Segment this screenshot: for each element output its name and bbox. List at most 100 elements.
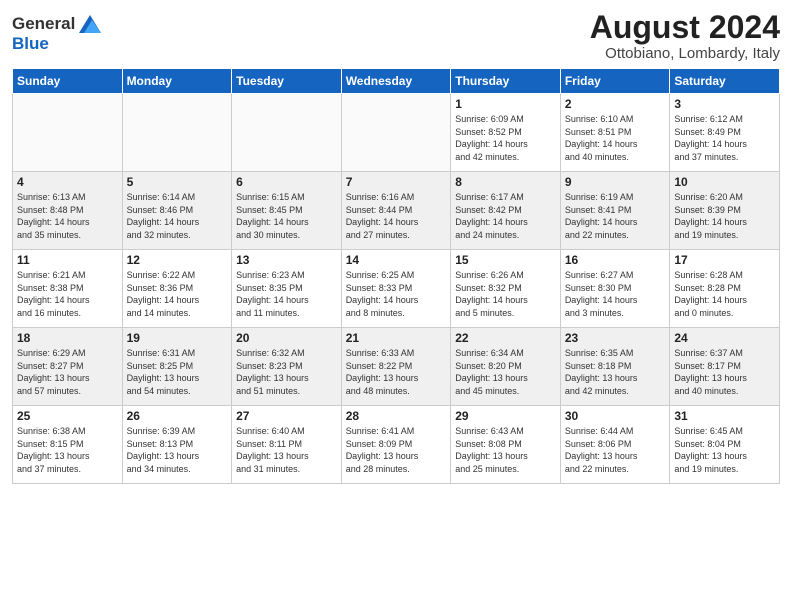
calendar-cell: 27 Sunrise: 6:40 AM Sunset: 8:11 PM Dayli… bbox=[232, 406, 342, 484]
calendar-cell: 9Sunrise: 6:19 AM Sunset: 8:41 PM Daylig… bbox=[560, 172, 670, 250]
calendar-cell: 30 Sunrise: 6:44 AM Sunset: 8:06 PM Dayli… bbox=[560, 406, 670, 484]
calendar-cell: 10Sunrise: 6:20 AM Sunset: 8:39 PM Dayli… bbox=[670, 172, 780, 250]
calendar-cell: 5 Sunrise: 6:14 AM Sunset: 8:46 PM Daylig… bbox=[122, 172, 232, 250]
day-info: Sunrise: 6:20 AM Sunset: 8:39 PM Dayligh… bbox=[674, 191, 775, 241]
day-info: Sunrise: 6:33 AM Sunset: 8:22 PM Dayligh… bbox=[346, 347, 447, 397]
day-info: Sunrise: 6:28 AM Sunset: 8:28 PM Dayligh… bbox=[674, 269, 775, 319]
day-info: Sunrise: 6:44 AM Sunset: 8:06 PM Dayligh… bbox=[565, 425, 666, 475]
day-number: 1 bbox=[455, 97, 556, 111]
day-info: Sunrise: 6:41 AM Sunset: 8:09 PM Dayligh… bbox=[346, 425, 447, 475]
calendar-cell: 26 Sunrise: 6:39 AM Sunset: 8:13 PM Dayli… bbox=[122, 406, 232, 484]
calendar-cell: 19Sunrise: 6:31 AM Sunset: 8:25 PM Dayli… bbox=[122, 328, 232, 406]
day-number: 15 bbox=[455, 253, 556, 267]
day-info: Sunrise: 6:21 AM Sunset: 8:38 PM Dayligh… bbox=[17, 269, 118, 319]
day-info: Sunrise: 6:25 AM Sunset: 8:33 PM Dayligh… bbox=[346, 269, 447, 319]
day-number: 23 bbox=[565, 331, 666, 345]
title-area: August 2024 Ottobiano, Lombardy, Italy bbox=[590, 10, 780, 62]
day-number: 18 bbox=[17, 331, 118, 345]
week-row-2: 4 Sunrise: 6:13 AM Sunset: 8:48 PM Daylig… bbox=[13, 172, 780, 250]
day-info: Sunrise: 6:14 AM Sunset: 8:46 PM Dayligh… bbox=[127, 191, 228, 241]
day-info: Sunrise: 6:13 AM Sunset: 8:48 PM Dayligh… bbox=[17, 191, 118, 241]
calendar-cell: 20Sunrise: 6:32 AM Sunset: 8:23 PM Dayli… bbox=[232, 328, 342, 406]
day-number: 2 bbox=[565, 97, 666, 111]
logo-icon bbox=[79, 15, 101, 33]
calendar-cell: 6 Sunrise: 6:15 AM Sunset: 8:45 PM Daylig… bbox=[232, 172, 342, 250]
location-title: Ottobiano, Lombardy, Italy bbox=[590, 45, 780, 62]
month-title: August 2024 bbox=[590, 10, 780, 45]
logo-general-text: General bbox=[12, 14, 75, 34]
calendar-cell: 12 Sunrise: 6:22 AM Sunset: 8:36 PM Dayli… bbox=[122, 250, 232, 328]
day-info: Sunrise: 6:43 AM Sunset: 8:08 PM Dayligh… bbox=[455, 425, 556, 475]
day-number: 7 bbox=[346, 175, 447, 189]
day-number: 11 bbox=[17, 253, 118, 267]
day-info: Sunrise: 6:16 AM Sunset: 8:44 PM Dayligh… bbox=[346, 191, 447, 241]
day-info: Sunrise: 6:34 AM Sunset: 8:20 PM Dayligh… bbox=[455, 347, 556, 397]
calendar-cell bbox=[232, 94, 342, 172]
day-number: 25 bbox=[17, 409, 118, 423]
calendar-cell: 23 Sunrise: 6:35 AM Sunset: 8:18 PM Dayli… bbox=[560, 328, 670, 406]
week-row-5: 25 Sunrise: 6:38 AM Sunset: 8:15 PM Dayli… bbox=[13, 406, 780, 484]
day-number: 17 bbox=[674, 253, 775, 267]
header: General Blue August 2024 Ottobiano, Lomb… bbox=[12, 10, 780, 62]
day-info: Sunrise: 6:22 AM Sunset: 8:36 PM Dayligh… bbox=[127, 269, 228, 319]
day-header-saturday: Saturday bbox=[670, 69, 780, 94]
day-number: 20 bbox=[236, 331, 337, 345]
calendar-cell: 7 Sunrise: 6:16 AM Sunset: 8:44 PM Daylig… bbox=[341, 172, 451, 250]
day-info: Sunrise: 6:45 AM Sunset: 8:04 PM Dayligh… bbox=[674, 425, 775, 475]
calendar-cell: 28 Sunrise: 6:41 AM Sunset: 8:09 PM Dayli… bbox=[341, 406, 451, 484]
calendar-cell: 24 Sunrise: 6:37 AM Sunset: 8:17 PM Dayli… bbox=[670, 328, 780, 406]
page-container: General Blue August 2024 Ottobiano, Lomb… bbox=[0, 0, 792, 494]
calendar-cell: 29Sunrise: 6:43 AM Sunset: 8:08 PM Dayli… bbox=[451, 406, 561, 484]
day-info: Sunrise: 6:38 AM Sunset: 8:15 PM Dayligh… bbox=[17, 425, 118, 475]
day-info: Sunrise: 6:26 AM Sunset: 8:32 PM Dayligh… bbox=[455, 269, 556, 319]
day-number: 14 bbox=[346, 253, 447, 267]
calendar-cell: 25 Sunrise: 6:38 AM Sunset: 8:15 PM Dayli… bbox=[13, 406, 123, 484]
calendar-cell: 14 Sunrise: 6:25 AM Sunset: 8:33 PM Dayli… bbox=[341, 250, 451, 328]
day-number: 26 bbox=[127, 409, 228, 423]
calendar-cell: 8 Sunrise: 6:17 AM Sunset: 8:42 PM Daylig… bbox=[451, 172, 561, 250]
calendar-cell: 17 Sunrise: 6:28 AM Sunset: 8:28 PM Dayli… bbox=[670, 250, 780, 328]
calendar-cell: 13Sunrise: 6:23 AM Sunset: 8:35 PM Dayli… bbox=[232, 250, 342, 328]
logo-blue-text: Blue bbox=[12, 34, 49, 53]
day-info: Sunrise: 6:15 AM Sunset: 8:45 PM Dayligh… bbox=[236, 191, 337, 241]
day-info: Sunrise: 6:39 AM Sunset: 8:13 PM Dayligh… bbox=[127, 425, 228, 475]
calendar-cell: 31 Sunrise: 6:45 AM Sunset: 8:04 PM Dayli… bbox=[670, 406, 780, 484]
day-header-wednesday: Wednesday bbox=[341, 69, 451, 94]
day-number: 3 bbox=[674, 97, 775, 111]
day-number: 19 bbox=[127, 331, 228, 345]
day-info: Sunrise: 6:09 AM Sunset: 8:52 PM Dayligh… bbox=[455, 113, 556, 163]
day-info: Sunrise: 6:37 AM Sunset: 8:17 PM Dayligh… bbox=[674, 347, 775, 397]
calendar-cell: 21Sunrise: 6:33 AM Sunset: 8:22 PM Dayli… bbox=[341, 328, 451, 406]
day-number: 12 bbox=[127, 253, 228, 267]
calendar-cell: 11 Sunrise: 6:21 AM Sunset: 8:38 PM Dayli… bbox=[13, 250, 123, 328]
calendar-cell: 15 Sunrise: 6:26 AM Sunset: 8:32 PM Dayli… bbox=[451, 250, 561, 328]
day-number: 28 bbox=[346, 409, 447, 423]
day-header-thursday: Thursday bbox=[451, 69, 561, 94]
day-number: 8 bbox=[455, 175, 556, 189]
calendar-cell: 16Sunrise: 6:27 AM Sunset: 8:30 PM Dayli… bbox=[560, 250, 670, 328]
day-header-sunday: Sunday bbox=[13, 69, 123, 94]
week-row-4: 18Sunrise: 6:29 AM Sunset: 8:27 PM Dayli… bbox=[13, 328, 780, 406]
calendar-cell: 22 Sunrise: 6:34 AM Sunset: 8:20 PM Dayli… bbox=[451, 328, 561, 406]
day-header-tuesday: Tuesday bbox=[232, 69, 342, 94]
day-number: 22 bbox=[455, 331, 556, 345]
day-number: 4 bbox=[17, 175, 118, 189]
day-number: 5 bbox=[127, 175, 228, 189]
calendar-table: SundayMondayTuesdayWednesdayThursdayFrid… bbox=[12, 68, 780, 484]
logo: General Blue bbox=[12, 10, 101, 54]
day-number: 30 bbox=[565, 409, 666, 423]
day-info: Sunrise: 6:40 AM Sunset: 8:11 PM Dayligh… bbox=[236, 425, 337, 475]
calendar-cell: 2Sunrise: 6:10 AM Sunset: 8:51 PM Daylig… bbox=[560, 94, 670, 172]
day-number: 24 bbox=[674, 331, 775, 345]
day-info: Sunrise: 6:23 AM Sunset: 8:35 PM Dayligh… bbox=[236, 269, 337, 319]
day-number: 6 bbox=[236, 175, 337, 189]
day-number: 31 bbox=[674, 409, 775, 423]
day-info: Sunrise: 6:35 AM Sunset: 8:18 PM Dayligh… bbox=[565, 347, 666, 397]
day-number: 27 bbox=[236, 409, 337, 423]
calendar-cell bbox=[341, 94, 451, 172]
day-info: Sunrise: 6:27 AM Sunset: 8:30 PM Dayligh… bbox=[565, 269, 666, 319]
day-info: Sunrise: 6:17 AM Sunset: 8:42 PM Dayligh… bbox=[455, 191, 556, 241]
calendar-cell: 3Sunrise: 6:12 AM Sunset: 8:49 PM Daylig… bbox=[670, 94, 780, 172]
day-header-monday: Monday bbox=[122, 69, 232, 94]
calendar-cell bbox=[13, 94, 123, 172]
